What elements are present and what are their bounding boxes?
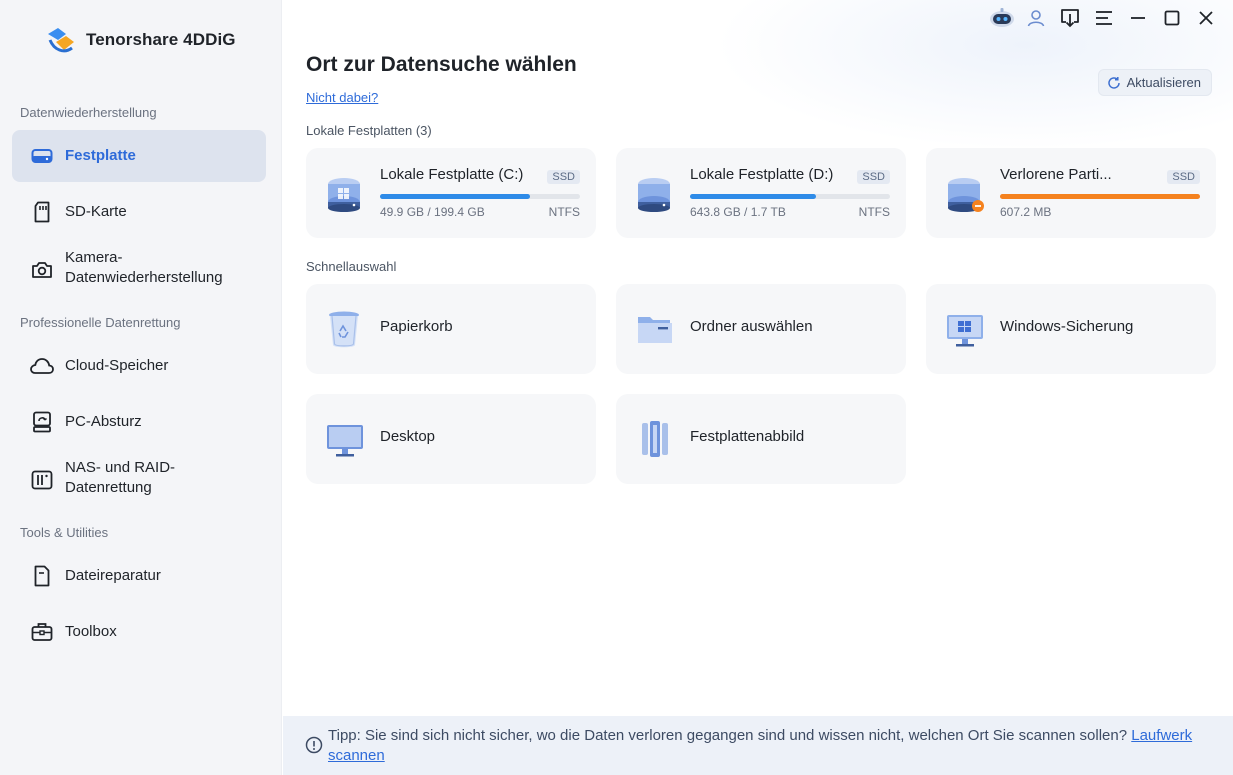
refresh-button[interactable]: Aktualisieren [1097,69,1212,96]
quick-card-ordner[interactable]: Ordner auswählen [616,284,906,374]
close-icon[interactable] [1189,6,1223,30]
sidebar-item-cloud[interactable]: Cloud-Speicher [12,340,266,392]
disk-image-icon [642,421,668,457]
sidebar-item-label: Dateireparatur [65,567,161,584]
quick-label: Papierkorb [380,318,453,335]
ssd-badge: SSD [1167,170,1200,184]
brand: Tenorshare 4DDiG [44,24,236,56]
quick-label: Windows-Sicherung [1000,318,1134,335]
sidebar-item-label: Cloud-Speicher [65,357,169,374]
toolbox-icon [30,620,54,644]
drive-icon [328,178,360,212]
refresh-icon [1107,76,1120,89]
quick-card-desktop[interactable]: Desktop [306,394,596,484]
pc-crash-icon [30,410,54,434]
refresh-label: Aktualisieren [1126,75,1201,90]
sidebar-item-sd-karte[interactable]: SD-Karte [12,186,266,238]
drive-usage-bar [690,194,890,199]
drive-filesystem: NTFS [548,205,580,219]
drive-card-lost-partition[interactable]: Verlorene Parti... SSD 607.2 MB [926,148,1216,238]
sidebar-item-toolbox[interactable]: Toolbox [12,606,266,658]
drive-size: 643.8 GB / 1.7 TB [690,205,786,219]
sidebar-item-label: Festplatte [65,147,136,164]
drive-usage-fill [1000,194,1200,199]
drive-name: Lokale Festplatte (C:) [380,166,524,183]
nas-icon [30,468,54,492]
camera-icon [30,258,54,282]
file-repair-icon [30,564,54,588]
minimize-icon[interactable] [1121,6,1155,30]
quick-label: Desktop [380,428,436,445]
quick-label: Ordner auswählen [690,318,813,335]
drive-card-c[interactable]: Lokale Festplatte (C:) SSD 49.9 GB / 199… [306,148,596,238]
sidebar-item-label: Kamera- [65,249,123,266]
window-toolbar [985,6,1223,30]
drive-usage-bar [1000,194,1200,199]
drive-usage-fill [690,194,816,199]
download-icon[interactable] [1053,6,1087,30]
sidebar-item-kamera[interactable]: Kamera- Datenwiederherstellung [12,242,266,298]
user-icon[interactable] [1019,6,1053,30]
drive-icon [638,178,670,212]
sidebar-item-pc-absturz[interactable]: PC-Absturz [12,396,266,448]
windows-backup-icon [947,315,983,347]
drive-card-d[interactable]: Lokale Festplatte (D:) SSD 643.8 GB / 1.… [616,148,906,238]
sidebar-item-label: SD-Karte [65,203,127,220]
sd-card-icon [30,200,54,224]
lost-partition-icon [948,178,984,212]
maximize-icon[interactable] [1155,6,1189,30]
ssd-badge: SSD [857,170,890,184]
section-title-tools: Tools & Utilities [20,525,109,540]
hard-drive-icon [30,144,54,168]
ssd-badge: SSD [547,170,580,184]
quick-label: Festplattenabbild [690,428,805,445]
drive-name: Verlorene Parti... [1000,166,1112,183]
quick-card-windows-sicherung[interactable]: Windows-Sicherung [926,284,1216,374]
page-title: Ort zur Datensuche wählen [306,53,577,76]
sidebar-item-label-line2: Datenwiederherstellung [65,269,223,286]
sidebar-item-label-line2: Datenrettung [65,479,152,496]
quick-select-title: Schnellauswahl [306,259,397,274]
tip-bar: Tipp: Sie sind sich nicht sicher, wo die… [283,716,1233,775]
section-title-professional: Professionelle Datenrettung [20,315,181,330]
sidebar-item-label: Toolbox [65,623,117,640]
local-drives-title: Lokale Festplatten (3) [306,123,432,138]
drive-name: Lokale Festplatte (D:) [690,166,834,183]
folder-icon [638,317,672,343]
sidebar-item-dateireparatur[interactable]: Dateireparatur [12,550,266,602]
quick-card-papierkorb[interactable]: Papierkorb [306,284,596,374]
not-listed-link[interactable]: Nicht dabei? [306,90,378,105]
main-panel: Ort zur Datensuche wählen Nicht dabei? A… [283,0,1233,775]
drive-size: 49.9 GB / 199.4 GB [380,205,485,219]
tip-message: Tipp: Sie sind sich nicht sicher, wo die… [328,727,1128,744]
desktop-icon [327,425,363,457]
recycle-bin-icon [329,311,359,348]
cloud-icon [30,354,54,378]
tip-text: Tipp: Sie sind sich nicht sicher, wo die… [328,726,1208,766]
info-icon [305,736,323,754]
sidebar-item-nas-raid[interactable]: NAS- und RAID- Datenrettung [12,452,266,508]
sidebar-item-label: NAS- und RAID- [65,459,176,476]
sidebar-item-label: PC-Absturz [65,413,142,430]
sidebar: Tenorshare 4DDiG Datenwiederherstellung … [0,0,282,775]
quick-card-festplattenabbild[interactable]: Festplattenabbild [616,394,906,484]
app-name: Tenorshare 4DDiG [86,30,236,49]
section-title-recovery: Datenwiederherstellung [20,105,157,120]
brand-logo-icon [48,28,74,53]
drive-filesystem: NTFS [858,205,890,219]
drive-usage-fill [380,194,530,199]
sidebar-item-festplatte[interactable]: Festplatte [12,130,266,182]
robot-assistant-icon[interactable] [985,6,1019,30]
drive-usage-bar [380,194,580,199]
drive-size: 607.2 MB [1000,205,1052,219]
menu-icon[interactable] [1087,6,1121,30]
